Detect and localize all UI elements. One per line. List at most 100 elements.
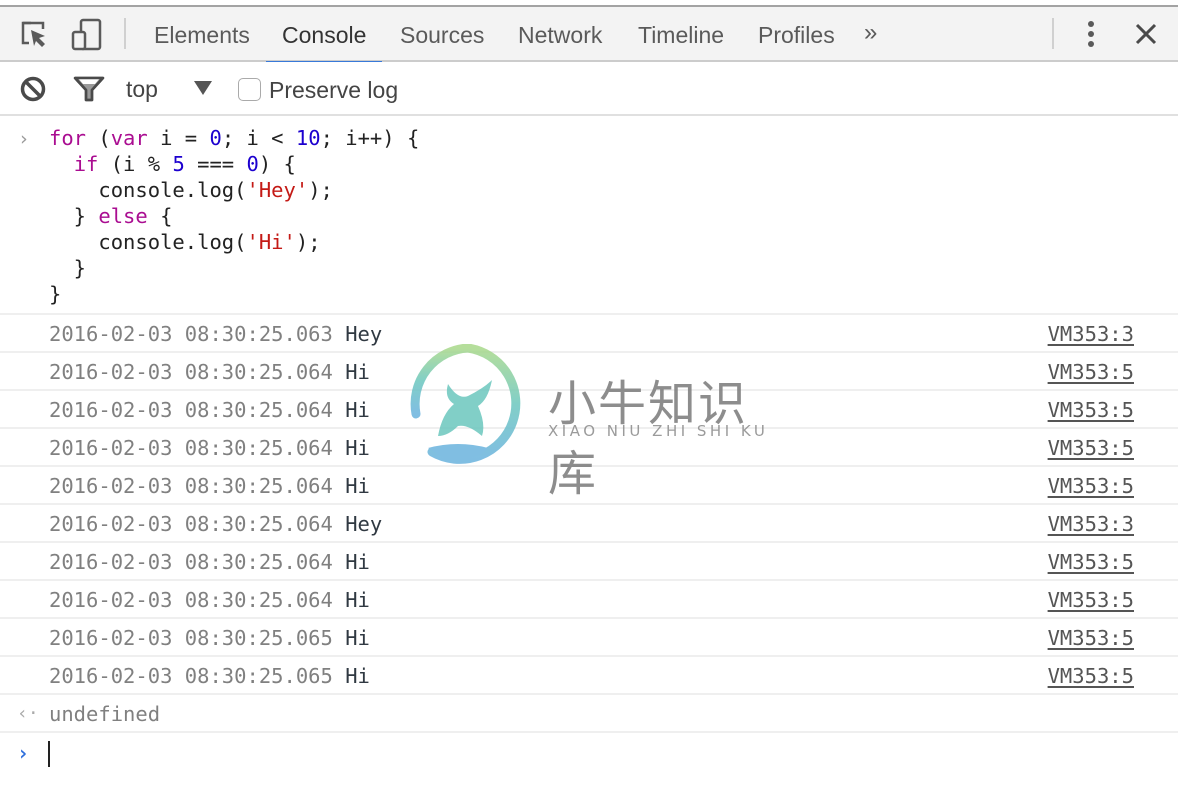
console-input[interactable]	[48, 733, 1148, 773]
log-text: 2016-02-03 08:30:25.065 Hi	[49, 619, 370, 655]
log-row: 2016-02-03 08:30:25.065 Hi VM353:5	[0, 657, 1178, 695]
log-row: 2016-02-03 08:30:25.064 Hi VM353:5	[0, 581, 1178, 619]
more-vert-icon[interactable]	[1080, 7, 1102, 60]
code-line: }	[49, 255, 1178, 281]
preserve-log-label[interactable]: Preserve log	[269, 62, 398, 116]
log-row: 2016-02-03 08:30:25.064 Hey VM353:3	[0, 505, 1178, 543]
code-token: {	[147, 204, 173, 228]
log-message: Hi	[345, 626, 370, 650]
code-token: (i %	[98, 152, 173, 176]
inspect-element-icon[interactable]	[18, 7, 50, 60]
code-token-kw: var	[110, 126, 148, 150]
log-message: Hi	[345, 360, 370, 384]
tab-network[interactable]: Network	[502, 7, 618, 62]
log-timestamp: 2016-02-03 08:30:25.064	[49, 360, 333, 384]
code-token: ) {	[258, 152, 296, 176]
result-row: ‹· undefined	[0, 695, 1178, 733]
console-toolbar: top Preserve log	[0, 62, 1178, 116]
log-timestamp: 2016-02-03 08:30:25.064	[49, 436, 333, 460]
log-source-link[interactable]: VM353:5	[1048, 353, 1134, 389]
more-tabs-button[interactable]: »	[864, 7, 877, 60]
code-token-str: 'Hey'	[246, 178, 309, 202]
log-row: 2016-02-03 08:30:25.064 Hi VM353:5	[0, 353, 1178, 391]
log-source-link[interactable]: VM353:5	[1048, 657, 1134, 693]
log-text: 2016-02-03 08:30:25.064 Hi	[49, 467, 370, 503]
log-timestamp: 2016-02-03 08:30:25.065	[49, 664, 333, 688]
device-mode-icon[interactable]	[70, 7, 104, 60]
log-text: 2016-02-03 08:30:25.064 Hi	[49, 353, 370, 389]
log-source-link[interactable]: VM353:3	[1048, 315, 1134, 351]
tab-timeline[interactable]: Timeline	[622, 7, 740, 62]
log-message: Hi	[345, 474, 370, 498]
log-message: Hi	[345, 398, 370, 422]
tab-console[interactable]: Console	[266, 7, 383, 64]
console-prompt: ›	[0, 733, 1178, 773]
prompt-icon: ›	[17, 741, 30, 765]
log-source-link[interactable]: VM353:5	[1048, 467, 1134, 503]
log-text: 2016-02-03 08:30:25.063 Hey	[49, 315, 382, 351]
window-top-edge	[0, 0, 1178, 7]
log-message: Hi	[345, 588, 370, 612]
code-token-num: 10	[295, 126, 321, 150]
log-text: 2016-02-03 08:30:25.065 Hi	[49, 657, 370, 693]
context-selector[interactable]: top	[126, 62, 158, 116]
log-message: Hey	[345, 512, 383, 536]
console-input-entry: › for (var i = 0; i < 10; i++) { if (i %…	[0, 116, 1178, 315]
log-message: Hi	[345, 664, 370, 688]
input-prompt-icon: ›	[18, 128, 30, 150]
log-source-link[interactable]: VM353:5	[1048, 619, 1134, 655]
log-text: 2016-02-03 08:30:25.064 Hey	[49, 505, 382, 541]
log-row: 2016-02-03 08:30:25.064 Hi VM353:5	[0, 543, 1178, 581]
log-source-link[interactable]: VM353:5	[1048, 429, 1134, 465]
log-source-link[interactable]: VM353:5	[1048, 581, 1134, 617]
clear-console-icon[interactable]	[18, 62, 48, 116]
code-line: if (i % 5 === 0) {	[49, 151, 1178, 177]
preserve-log-checkbox[interactable]	[238, 78, 261, 101]
log-timestamp: 2016-02-03 08:30:25.064	[49, 550, 333, 574]
log-message: Hey	[345, 322, 383, 346]
code-token: i =	[147, 126, 210, 150]
log-text: 2016-02-03 08:30:25.064 Hi	[49, 543, 370, 579]
log-row: 2016-02-03 08:30:25.065 Hi VM353:5	[0, 619, 1178, 657]
code-line: for (var i = 0; i < 10; i++) {	[49, 125, 1178, 151]
toolbar-divider	[1052, 18, 1054, 49]
code-token: );	[308, 178, 333, 202]
code-token-kw: else	[98, 204, 148, 228]
code-token-kw: if	[73, 152, 99, 176]
code-token-str: 'Hi'	[246, 230, 296, 254]
toolbar-divider	[124, 18, 126, 49]
filter-icon[interactable]	[72, 62, 106, 116]
tab-elements[interactable]: Elements	[138, 7, 266, 62]
code-token: }	[49, 256, 87, 280]
code-token-kw: for	[49, 126, 87, 150]
log-timestamp: 2016-02-03 08:30:25.064	[49, 588, 333, 612]
code-line: console.log('Hey');	[49, 177, 1178, 203]
log-timestamp: 2016-02-03 08:30:25.064	[49, 474, 333, 498]
context-dropdown-arrow-icon[interactable]	[194, 81, 212, 95]
code-line: console.log('Hi');	[49, 229, 1178, 255]
console-output: › for (var i = 0; i < 10; i++) { if (i %…	[0, 116, 1178, 773]
code-token: console.log(	[49, 230, 247, 254]
tab-sources[interactable]: Sources	[384, 7, 500, 62]
log-text: 2016-02-03 08:30:25.064 Hi	[49, 391, 370, 427]
log-timestamp: 2016-02-03 08:30:25.064	[49, 398, 333, 422]
log-source-link[interactable]: VM353:5	[1048, 391, 1134, 427]
log-source-link[interactable]: VM353:5	[1048, 543, 1134, 579]
code-token: ; i++) {	[320, 126, 420, 150]
close-icon[interactable]	[1132, 7, 1160, 60]
tab-profiles[interactable]: Profiles	[742, 7, 851, 62]
code-token: (	[86, 126, 111, 150]
code-token: );	[295, 230, 321, 254]
result-arrow-icon: ‹·	[17, 703, 39, 724]
log-message: Hi	[345, 436, 370, 460]
code-token-num: 0	[209, 126, 222, 150]
log-timestamp: 2016-02-03 08:30:25.063	[49, 322, 333, 346]
log-timestamp: 2016-02-03 08:30:25.065	[49, 626, 333, 650]
log-row: 2016-02-03 08:30:25.064 Hi VM353:5	[0, 391, 1178, 429]
log-message: Hi	[345, 550, 370, 574]
code-token: console.log(	[49, 178, 247, 202]
log-source-link[interactable]: VM353:3	[1048, 505, 1134, 541]
code-token: }	[49, 204, 99, 228]
devtools-tabbar: Elements Console Sources Network Timeline Pro…	[0, 7, 1178, 64]
